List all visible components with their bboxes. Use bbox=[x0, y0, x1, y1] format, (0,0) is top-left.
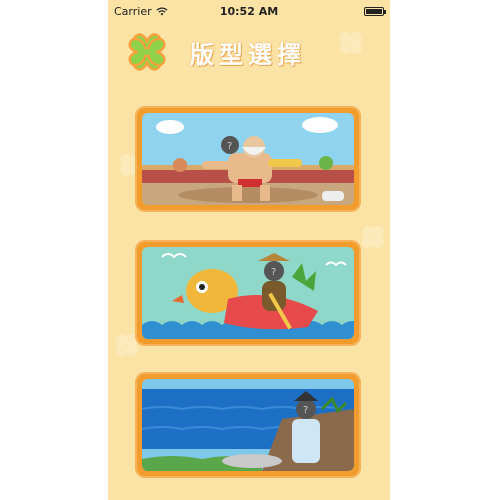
card-image-frame: ? bbox=[142, 247, 354, 339]
clover-logo-icon bbox=[128, 33, 166, 71]
svg-text:?: ? bbox=[227, 141, 232, 152]
app-screen: Carrier 10:52 AM 版型選擇 ? ? ? bbox=[108, 0, 390, 500]
background-clover-icon bbox=[362, 226, 384, 248]
status-time: 10:52 AM bbox=[219, 4, 279, 18]
svg-text:?: ? bbox=[271, 267, 276, 278]
battery-icon bbox=[364, 6, 386, 16]
card-image-frame: ? bbox=[142, 379, 354, 471]
status-bar: Carrier 10:52 AM bbox=[108, 0, 390, 22]
template-card-seaside-poet[interactable]: ? bbox=[135, 372, 361, 478]
background-clover-icon bbox=[340, 32, 362, 54]
svg-text:?: ? bbox=[303, 405, 308, 416]
template-card-wrestler[interactable]: ? bbox=[135, 106, 361, 212]
page-title: 版型選擇 bbox=[190, 39, 306, 69]
card-image-frame: ? bbox=[142, 113, 354, 205]
template-card-dragon-boat[interactable]: ? bbox=[135, 240, 361, 346]
header: 版型選擇 bbox=[122, 24, 306, 80]
seaside-poet-scene-image: ? bbox=[142, 379, 354, 471]
wrestler-scene-image: ? bbox=[142, 113, 354, 205]
dragon-boat-scene-image: ? bbox=[142, 247, 354, 339]
